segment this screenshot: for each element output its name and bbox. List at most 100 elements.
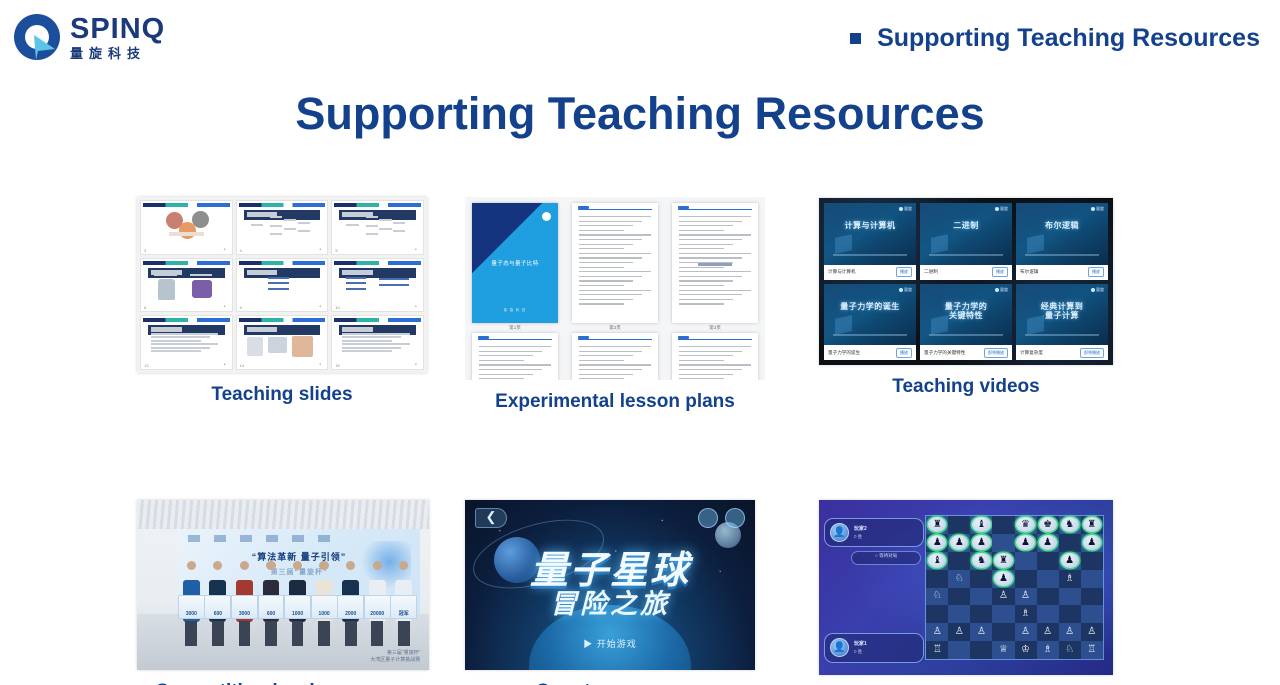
- board-square[interactable]: ♟: [992, 569, 1015, 588]
- board-square[interactable]: [970, 587, 993, 606]
- board-square[interactable]: ♜: [992, 551, 1015, 570]
- chess-piece[interactable]: ♘: [950, 571, 968, 586]
- board-square[interactable]: [948, 641, 971, 660]
- board-square[interactable]: [1014, 569, 1037, 588]
- resource-card-teaching-slides[interactable]: 3 • 4 • 5 • 8 • 9 • 10 • 13 • 14 • 15 • Teaching slides: [137, 197, 427, 406]
- video-play-button[interactable]: 即将播放: [1080, 347, 1104, 358]
- video-card[interactable]: 量旋 二进制 二进制 播放: [920, 203, 1012, 280]
- video-play-button[interactable]: 播放: [896, 347, 912, 358]
- board-square[interactable]: ♟: [1058, 551, 1081, 570]
- board-square[interactable]: ♗: [1058, 569, 1081, 588]
- board-square[interactable]: [1080, 551, 1103, 570]
- board-square[interactable]: [1058, 605, 1081, 624]
- chess-piece[interactable]: ♖: [1083, 643, 1101, 658]
- chess-piece[interactable]: ♟: [1016, 535, 1035, 551]
- chess-piece[interactable]: ♜: [994, 553, 1013, 568]
- chess-piece[interactable]: ♟: [1082, 535, 1101, 551]
- board-square[interactable]: [926, 605, 949, 624]
- teaching-slides-thumbnail[interactable]: 3 • 4 • 5 • 8 • 9 • 10 • 13 • 14 • 15 •: [137, 197, 427, 373]
- board-square[interactable]: ♝: [970, 515, 993, 534]
- board-square[interactable]: [948, 551, 971, 570]
- slide-thumbnail[interactable]: 3 •: [140, 200, 233, 255]
- chess-piece[interactable]: ♙: [1016, 625, 1034, 640]
- video-thumbnail[interactable]: 量旋 量子力学的 关键特性: [920, 283, 1012, 345]
- board-square[interactable]: ♙: [1058, 623, 1081, 642]
- board-square[interactable]: [1058, 533, 1081, 552]
- resource-card-teaching-videos[interactable]: 量旋 计算与计算机 计算与计算机 播放 量旋 二进制 二进制 播放 量旋 布尔逻辑 布尔逻辑 播放 量旋…: [819, 198, 1113, 398]
- board-square[interactable]: [948, 605, 971, 624]
- document-page-wrapper[interactable]: 第6页: [672, 333, 758, 380]
- board-square[interactable]: [948, 587, 971, 606]
- chess-piece[interactable]: ♟: [972, 535, 991, 551]
- board-square[interactable]: ♙: [1014, 587, 1037, 606]
- chess-piece[interactable]: ♙: [928, 625, 946, 640]
- board-square[interactable]: ♝: [926, 551, 949, 570]
- chess-piece[interactable]: ♙: [950, 625, 968, 640]
- slide-menu-icon[interactable]: •: [415, 247, 419, 252]
- board-square[interactable]: [1036, 551, 1059, 570]
- quantum-chess-thumbnail[interactable]: 玩家2 0 胜 ○ 等待对局 玩家1 0 胜 ♜ ♝ ♛: [819, 500, 1113, 675]
- board-square[interactable]: ♙: [926, 623, 949, 642]
- resource-card-competition[interactable]: “算法革新 量子引领” 第三届“量旋杯” 3000 600 3000 600 1000 1…: [137, 500, 429, 685]
- chess-piece[interactable]: ♟: [928, 535, 947, 551]
- board-square[interactable]: ♔: [1014, 641, 1037, 660]
- chess-piece[interactable]: ♟: [950, 535, 969, 551]
- board-square[interactable]: ♘: [948, 569, 971, 588]
- slide-thumbnail[interactable]: 9 •: [235, 257, 329, 313]
- board-square[interactable]: ♙: [1080, 623, 1103, 642]
- video-card[interactable]: 量旋 布尔逻辑 布尔逻辑 播放: [1016, 203, 1108, 280]
- board-square[interactable]: ♜: [1080, 515, 1103, 534]
- board-square[interactable]: [1036, 605, 1059, 624]
- chess-piece[interactable]: ♞: [972, 553, 991, 568]
- chess-piece[interactable]: ♘: [928, 589, 946, 604]
- video-card[interactable]: 量旋 经典计算到 量子计算 计算复杂度 即将播放: [1016, 283, 1108, 360]
- competition-photo-thumbnail[interactable]: “算法革新 量子引领” 第三届“量旋杯” 3000 600 3000 600 1000 1…: [137, 500, 429, 670]
- video-play-button[interactable]: 播放: [1088, 267, 1104, 277]
- chess-piece[interactable]: ♙: [994, 589, 1012, 604]
- video-thumbnail[interactable]: 量旋 量子力学的诞生: [824, 283, 916, 345]
- player-panel-bottom[interactable]: 玩家1 0 胜: [824, 633, 924, 663]
- video-play-button[interactable]: 即将播放: [984, 347, 1008, 358]
- board-square[interactable]: ♕: [992, 641, 1015, 660]
- document-page-wrapper[interactable]: 第2页: [572, 203, 658, 331]
- resource-card-quantum-games[interactable]: ❮ 量子星球 冒险之旅 ▶ 开始游戏 Quantum games: [465, 500, 755, 685]
- chess-piece[interactable]: ♖: [928, 643, 946, 658]
- board-square[interactable]: [1036, 587, 1059, 606]
- board-square[interactable]: ♟: [1014, 533, 1037, 552]
- slide-menu-icon[interactable]: •: [415, 363, 419, 368]
- document-page[interactable]: [672, 333, 758, 380]
- video-card[interactable]: 量旋 计算与计算机 计算与计算机 播放: [824, 203, 916, 280]
- video-thumbnail[interactable]: 量旋 经典计算到 量子计算: [1016, 283, 1108, 345]
- slide-thumbnail[interactable]: 5 •: [331, 200, 424, 255]
- chess-piece[interactable]: ♟: [994, 571, 1013, 586]
- chess-piece[interactable]: ♟: [1060, 553, 1079, 568]
- document-page-wrapper[interactable]: 第5页: [572, 333, 658, 380]
- back-arrow-icon[interactable]: ❮: [475, 508, 507, 528]
- board-square[interactable]: ♖: [1080, 641, 1103, 660]
- document-page-wrapper[interactable]: 量子态与量子比特量 旋 科 技第1页: [472, 203, 558, 331]
- slide-menu-icon[interactable]: •: [319, 363, 323, 368]
- settings-icon[interactable]: [725, 508, 745, 528]
- slide-thumbnail[interactable]: 10 •: [331, 257, 424, 313]
- board-square[interactable]: [1080, 569, 1103, 588]
- chess-piece[interactable]: ♘: [1061, 643, 1079, 658]
- document-page-wrapper[interactable]: 第4页: [472, 333, 558, 380]
- chess-piece[interactable]: ♛: [1016, 517, 1035, 533]
- board-square[interactable]: [1080, 605, 1103, 624]
- board-square[interactable]: ♛: [1014, 515, 1037, 534]
- sound-icon[interactable]: [698, 508, 718, 528]
- board-square[interactable]: ♟: [1080, 533, 1103, 552]
- board-square[interactable]: ♘: [926, 587, 949, 606]
- board-square[interactable]: ♘: [1058, 641, 1081, 660]
- slide-thumbnail[interactable]: 15 •: [331, 315, 424, 370]
- board-square[interactable]: [992, 515, 1015, 534]
- chess-piece[interactable]: ♕: [994, 643, 1012, 658]
- chess-piece[interactable]: ♚: [1038, 517, 1057, 533]
- board-square[interactable]: [992, 605, 1015, 624]
- chess-piece[interactable]: ♟: [1038, 535, 1057, 551]
- slide-thumbnail[interactable]: 14 •: [235, 315, 329, 370]
- video-thumbnail[interactable]: 量旋 布尔逻辑: [1016, 203, 1108, 265]
- document-page[interactable]: [572, 333, 658, 380]
- board-square[interactable]: [926, 569, 949, 588]
- chess-piece[interactable]: ♙: [1083, 625, 1101, 640]
